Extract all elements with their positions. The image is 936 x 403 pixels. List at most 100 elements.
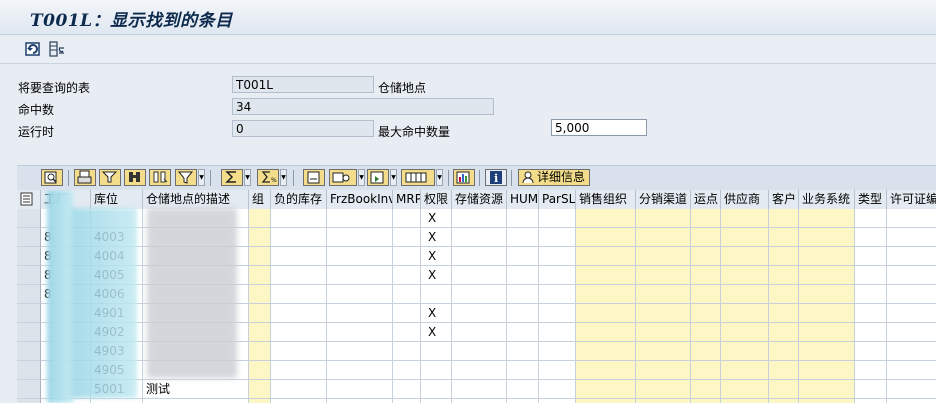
table-cell xyxy=(91,399,143,403)
row-selector[interactable] xyxy=(17,247,41,266)
table-cell xyxy=(636,323,691,342)
table-cell xyxy=(421,342,452,361)
col-distribution-channel[interactable]: 分销渠道 xyxy=(636,190,691,209)
table-row[interactable] xyxy=(17,399,936,403)
find-button[interactable] xyxy=(124,169,146,186)
col-description[interactable]: 仓储地点的描述 xyxy=(143,190,249,209)
col-hum[interactable]: HUM xyxy=(507,190,539,209)
sum-dropdown-icon[interactable]: ▼ xyxy=(244,169,251,186)
table-cell xyxy=(799,399,855,403)
table-cell xyxy=(721,285,769,304)
col-shipping-point[interactable]: 运点 xyxy=(691,190,721,209)
col-license[interactable]: 许可证编 xyxy=(887,190,936,209)
table-cell xyxy=(855,323,887,342)
select-all-icon[interactable] xyxy=(17,190,41,209)
subtotal-dropdown-icon[interactable]: ▼ xyxy=(280,169,287,186)
table-cell xyxy=(452,399,507,403)
table-cell xyxy=(507,323,539,342)
col-parsl[interactable]: ParSL xyxy=(539,190,576,209)
filter-dropdown-icon[interactable]: ▼ xyxy=(198,169,205,186)
table-cell xyxy=(507,209,539,228)
table-cell xyxy=(769,304,799,323)
col-customer[interactable]: 客户 xyxy=(769,190,799,209)
row-selector[interactable] xyxy=(17,361,41,380)
subtotal-button[interactable]: % xyxy=(257,169,279,186)
row-selector[interactable] xyxy=(17,209,41,228)
table-cell xyxy=(393,361,421,380)
col-storage-resource[interactable]: 存储资源 xyxy=(452,190,507,209)
details-view-button[interactable] xyxy=(41,169,63,186)
table-cell xyxy=(249,209,271,228)
table-cell xyxy=(327,342,393,361)
detail-info-button[interactable]: 详细信息 xyxy=(518,169,591,186)
layout-dropdown-icon[interactable]: ▼ xyxy=(436,169,443,186)
table-cell xyxy=(271,304,327,323)
col-storage-location[interactable]: 库位 xyxy=(91,190,143,209)
row-selector[interactable] xyxy=(17,342,41,361)
table-cell xyxy=(249,247,271,266)
table-cell xyxy=(721,323,769,342)
col-negative-stock[interactable]: 负的库存 xyxy=(271,190,327,209)
table-label: 将要查询的表 xyxy=(18,81,91,95)
table-cell xyxy=(887,342,936,361)
col-group[interactable]: 组 xyxy=(249,190,271,209)
hits-field[interactable]: 34 xyxy=(232,98,494,115)
col-vendor[interactable]: 供应商 xyxy=(721,190,769,209)
print-button[interactable] xyxy=(74,169,96,186)
runtime-field[interactable]: 0 xyxy=(232,120,374,137)
row-selector[interactable] xyxy=(17,285,41,304)
row-selector[interactable] xyxy=(17,399,41,403)
graphic-button[interactable] xyxy=(453,169,475,186)
table-cell xyxy=(452,228,507,247)
find-next-button[interactable] xyxy=(149,169,171,186)
table-cell xyxy=(636,228,691,247)
print-preview-button[interactable] xyxy=(303,169,325,186)
table-cell xyxy=(721,209,769,228)
col-sales-org[interactable]: 销售组织 xyxy=(576,190,636,209)
table-cell xyxy=(576,361,636,380)
table-cell xyxy=(721,228,769,247)
table-cell xyxy=(421,285,452,304)
table-cell xyxy=(393,209,421,228)
row-selector[interactable] xyxy=(17,380,41,399)
settings-icon[interactable] xyxy=(48,40,66,58)
row-selector[interactable] xyxy=(17,304,41,323)
sort-button[interactable] xyxy=(99,169,121,186)
layout-button[interactable] xyxy=(401,169,435,186)
refresh-icon[interactable] xyxy=(25,40,43,58)
table-cell xyxy=(393,399,421,403)
table-cell xyxy=(507,247,539,266)
table-cell xyxy=(507,380,539,399)
col-mrp[interactable]: MRP xyxy=(393,190,421,209)
sum-button[interactable] xyxy=(221,169,243,186)
info-icon[interactable]: i xyxy=(485,169,507,186)
col-business-system[interactable]: 业务系统 xyxy=(799,190,855,209)
table-cell xyxy=(249,285,271,304)
max-hits-input[interactable]: 5,000 xyxy=(551,119,647,136)
row-selector[interactable] xyxy=(17,323,41,342)
spreadsheet-dropdown-icon[interactable]: ▼ xyxy=(390,169,397,186)
col-authorization[interactable]: 权限 xyxy=(421,190,452,209)
table-cell xyxy=(769,228,799,247)
detail-info-label: 详细信息 xyxy=(537,170,586,184)
row-selector[interactable] xyxy=(17,228,41,247)
filter-button[interactable] xyxy=(175,169,197,186)
table-cell xyxy=(636,285,691,304)
table-cell xyxy=(393,342,421,361)
table-cell xyxy=(452,285,507,304)
col-frzbookinv[interactable]: FrzBookInv xyxy=(327,190,393,209)
export-dropdown-icon[interactable]: ▼ xyxy=(358,169,365,186)
table-field[interactable]: T001L xyxy=(232,76,374,93)
row-selector[interactable] xyxy=(17,266,41,285)
table-row[interactable]: 5001测试 xyxy=(17,380,936,399)
col-type[interactable]: 类型 xyxy=(855,190,887,209)
table-cell xyxy=(507,342,539,361)
table-cell xyxy=(691,304,721,323)
table-cell xyxy=(393,247,421,266)
export-button[interactable] xyxy=(329,169,357,186)
table-cell: X xyxy=(421,247,452,266)
spreadsheet-button[interactable] xyxy=(367,169,389,186)
table-cell xyxy=(636,380,691,399)
table-cell xyxy=(539,304,576,323)
table-cell xyxy=(855,266,887,285)
